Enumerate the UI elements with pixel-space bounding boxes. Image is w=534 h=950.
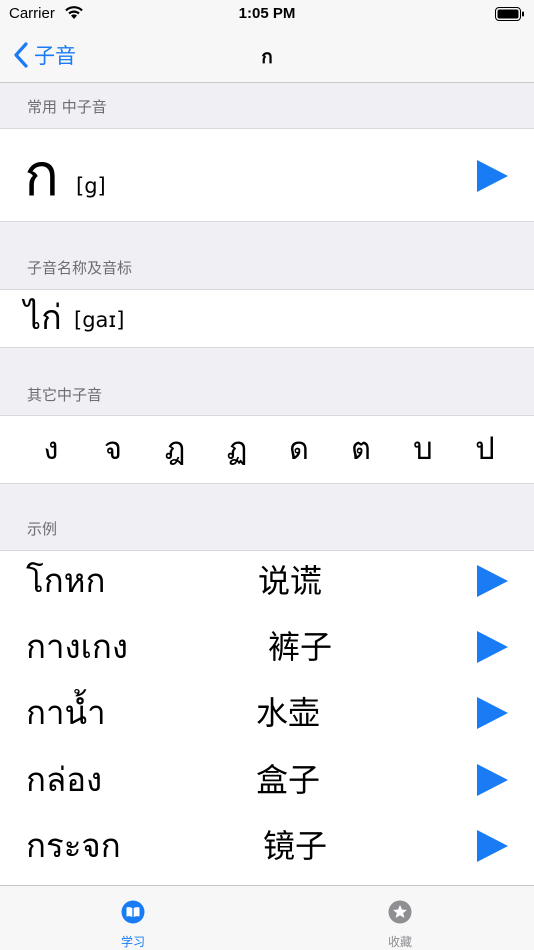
section-header-others: 其它中子音	[27, 386, 103, 404]
consonant-item[interactable]: ต	[330, 416, 392, 482]
play-icon[interactable]	[475, 564, 509, 598]
example-chinese: 说谎	[258, 562, 323, 600]
consonant-item[interactable]: ฎ	[144, 416, 206, 482]
play-icon[interactable]	[475, 630, 509, 664]
tab-study[interactable]: 学习	[73, 886, 193, 950]
play-icon[interactable]	[475, 696, 509, 730]
example-thai: กาน้ำ	[26, 693, 106, 732]
play-icon[interactable]	[475, 763, 509, 797]
consonant-item[interactable]: ด	[268, 416, 330, 482]
example-thai: กางเกง	[26, 627, 128, 666]
section-header-name: 子音名称及音标	[27, 259, 133, 277]
tab-favorites[interactable]: 收藏	[340, 886, 460, 950]
example-chinese: 水壶	[256, 694, 321, 732]
consonant-cell: ก [g]	[0, 128, 534, 222]
name-cell: ไก่ [gaɪ]	[0, 289, 534, 348]
page-title: ก	[261, 46, 273, 68]
example-chinese: 裤子	[268, 628, 333, 666]
consonant-name: ไก่	[24, 298, 62, 338]
book-icon	[121, 900, 145, 924]
examples-list: โกหก 说谎 กางเกง 裤子 กาน้ำ 水壶 กล่อง 盒子 กระจ…	[0, 550, 534, 886]
example-thai: กล่อง	[26, 760, 103, 799]
example-thai: โกหก	[26, 561, 106, 600]
name-ipa: [gaɪ]	[74, 308, 125, 332]
consonant-character: ก	[24, 141, 60, 209]
status-time: 1:05 PM	[238, 5, 296, 22]
status-bar: Carrier 1:05 PM	[0, 0, 534, 28]
consonant-item[interactable]: ฏ	[206, 416, 268, 482]
consonant-ipa: [g]	[76, 174, 106, 198]
nav-bar: 子音 ก	[0, 28, 534, 83]
section-header-examples: 示例	[27, 520, 58, 538]
tab-favorites-label: 收藏	[387, 935, 412, 949]
tab-bar: 学习 收藏	[0, 885, 534, 950]
screen: Carrier 1:05 PM 子音 ก 常用 中子音 ก [g] 子音名称及音…	[0, 0, 534, 950]
example-chinese: 镜子	[263, 827, 328, 865]
battery-icon	[495, 7, 524, 21]
section-header-consonant: 常用 中子音	[27, 98, 107, 116]
consonant-item[interactable]: ป	[454, 416, 516, 482]
other-consonants-row: ง จ ฎ ฏ ด ต บ ป	[0, 416, 534, 482]
consonant-item[interactable]: บ	[392, 416, 454, 482]
other-consonants-cell: ง จ ฎ ฏ ด ต บ ป	[0, 415, 534, 484]
star-icon	[388, 900, 412, 924]
example-thai: กระจก	[26, 826, 121, 865]
consonant-item[interactable]: ง	[20, 416, 82, 482]
play-icon[interactable]	[475, 829, 509, 863]
example-chinese: 盒子	[256, 761, 321, 799]
tab-study-label: 学习	[120, 935, 145, 949]
play-icon[interactable]	[475, 159, 509, 193]
consonant-item[interactable]: จ	[82, 416, 144, 482]
